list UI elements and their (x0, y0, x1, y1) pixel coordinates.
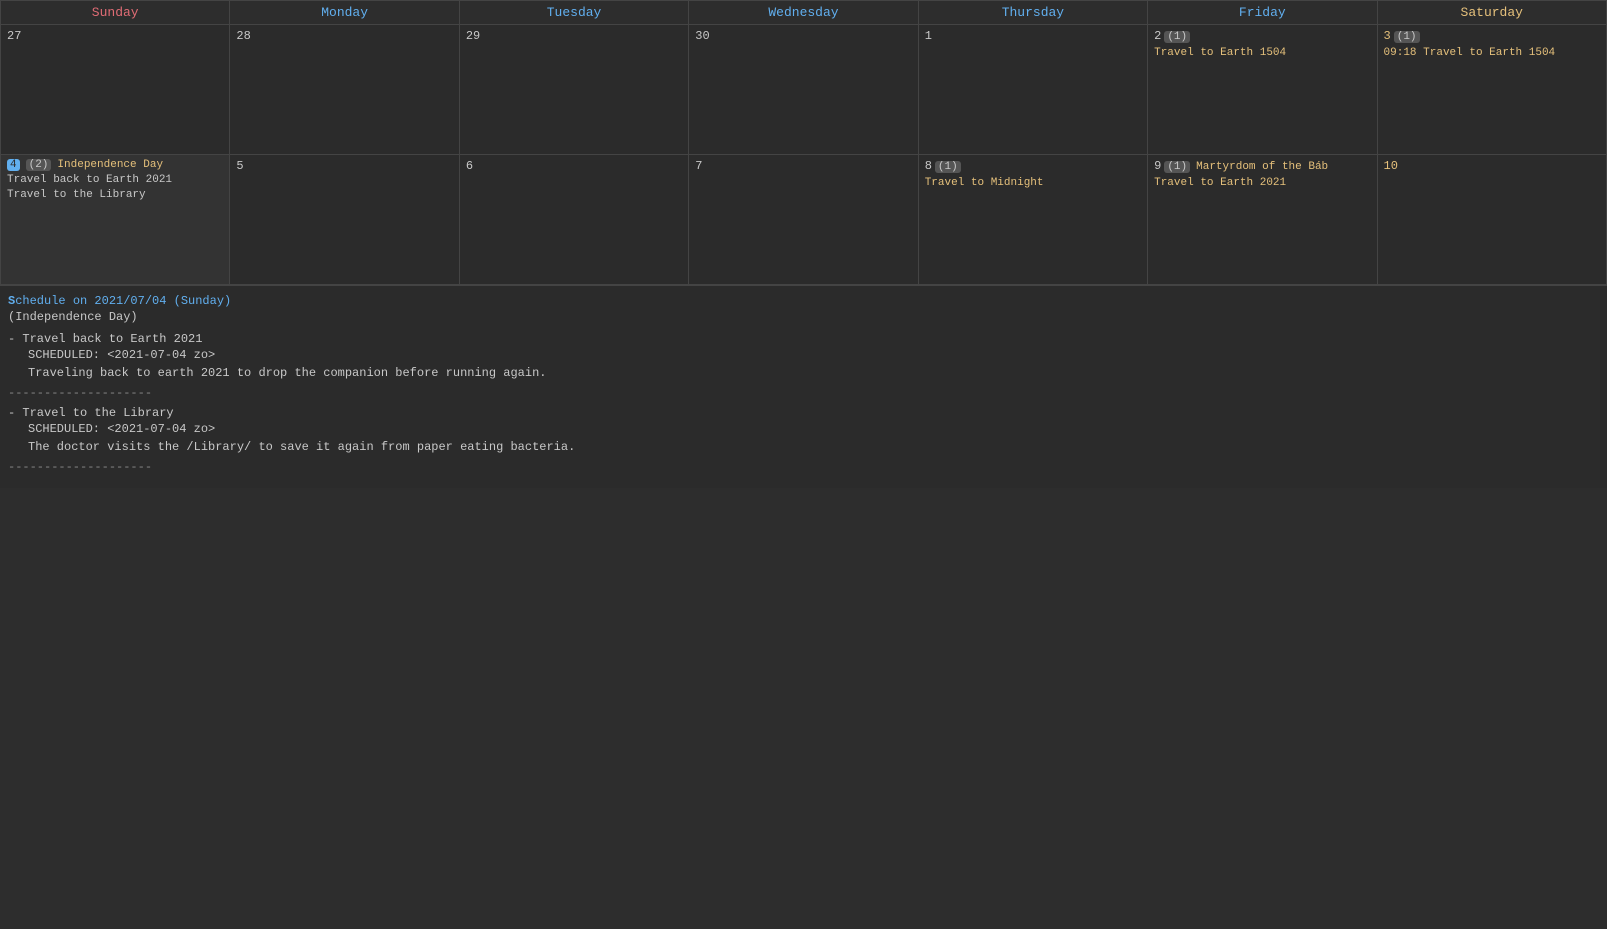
cell-2[interactable]: 2 (1) Travel to Earth 1504 (1148, 25, 1377, 155)
entry-title-1: - Travel back to Earth 2021 (8, 332, 1599, 346)
day-number: 3 (1384, 29, 1391, 43)
event-item: Travel to Earth 2021 (1154, 177, 1370, 189)
divider-1: -------------------- (8, 386, 1599, 400)
day-number: 7 (695, 159, 702, 173)
schedule-holiday: (Independence Day) (8, 310, 1599, 324)
entry-scheduled-2: SCHEDULED: <2021-07-04 zo> (8, 422, 1599, 436)
col-friday: Friday (1148, 1, 1377, 25)
cell-29[interactable]: 29 (459, 25, 688, 155)
cell-3[interactable]: 3 (1) 09:18 Travel to Earth 1504 (1377, 25, 1606, 155)
event-item: Travel back to Earth 2021 (7, 173, 223, 188)
cell-27[interactable]: 27 (1, 25, 230, 155)
day-number: 6 (466, 159, 473, 173)
entry-title-2: - Travel to the Library (8, 406, 1599, 420)
day-number: 1 (925, 29, 932, 43)
col-sunday: Sunday (1, 1, 230, 25)
cell-8[interactable]: 8 (1) Travel to Midnight (918, 155, 1147, 285)
event-item: Travel to Earth 1504 (1154, 47, 1370, 59)
event-badge: (2) (26, 159, 52, 171)
day-number: 2 (1154, 29, 1161, 43)
day-number: 29 (466, 29, 480, 43)
cell-9[interactable]: 9 (1) Martyrdom of the Báb Travel to Ear… (1148, 155, 1377, 285)
day-number: 28 (236, 29, 250, 43)
calendar-table: Sunday Monday Tuesday Wednesday Thursday… (0, 0, 1607, 285)
calendar-row-2: 4 (2) Independence Day Travel back to Ea… (1, 155, 1607, 285)
cell-4[interactable]: 4 (2) Independence Day Travel back to Ea… (1, 155, 230, 285)
day-number: 8 (925, 159, 932, 173)
day-number: 30 (695, 29, 709, 43)
schedule-title: Schedule on 2021/07/04 (Sunday) (8, 294, 1599, 308)
col-monday: Monday (230, 1, 459, 25)
cell-6[interactable]: 6 (459, 155, 688, 285)
schedule-entry-2: - Travel to the Library SCHEDULED: <2021… (8, 406, 1599, 454)
day-number-badge: 4 (7, 159, 20, 171)
schedule-date: chedule on 2021/07/04 (Sunday) (15, 294, 231, 308)
day-number: 10 (1384, 159, 1398, 173)
event-badge: (1) (1164, 161, 1190, 173)
cell-28[interactable]: 28 (230, 25, 459, 155)
entry-scheduled-1: SCHEDULED: <2021-07-04 zo> (8, 348, 1599, 362)
divider-2: -------------------- (8, 460, 1599, 474)
event-item: Travel to the Library (7, 188, 223, 203)
holiday-label: Independence Day (57, 159, 163, 171)
holiday-label: Martyrdom of the Báb (1196, 161, 1328, 173)
event-badge: (1) (1164, 31, 1190, 43)
schedule-entry-1: - Travel back to Earth 2021 SCHEDULED: <… (8, 332, 1599, 380)
cell-10[interactable]: 10 (1377, 155, 1606, 285)
col-tuesday: Tuesday (459, 1, 688, 25)
cell-1[interactable]: 1 (918, 25, 1147, 155)
entry-desc-1: Traveling back to earth 2021 to drop the… (8, 366, 1599, 380)
cell-30[interactable]: 30 (689, 25, 918, 155)
schedule-section: Schedule on 2021/07/04 (Sunday) (Indepen… (0, 285, 1607, 488)
calendar-header-row: Sunday Monday Tuesday Wednesday Thursday… (1, 1, 1607, 25)
event-item: Travel to Midnight (925, 177, 1141, 189)
col-saturday: Saturday (1377, 1, 1606, 25)
entry-desc-2: The doctor visits the /Library/ to save … (8, 440, 1599, 454)
event-badge: (1) (935, 161, 961, 173)
event-badge: (1) (1394, 31, 1420, 43)
day-number: 9 (1154, 159, 1161, 173)
day-number: 27 (7, 29, 21, 43)
col-wednesday: Wednesday (689, 1, 918, 25)
cell-7[interactable]: 7 (689, 155, 918, 285)
col-thursday: Thursday (918, 1, 1147, 25)
event-item: 09:18 Travel to Earth 1504 (1384, 47, 1600, 59)
calendar-row-1: 27 28 29 30 1 2 (1) Travel to Earth 1504 (1, 25, 1607, 155)
cell-5[interactable]: 5 (230, 155, 459, 285)
day-number: 5 (236, 159, 243, 173)
